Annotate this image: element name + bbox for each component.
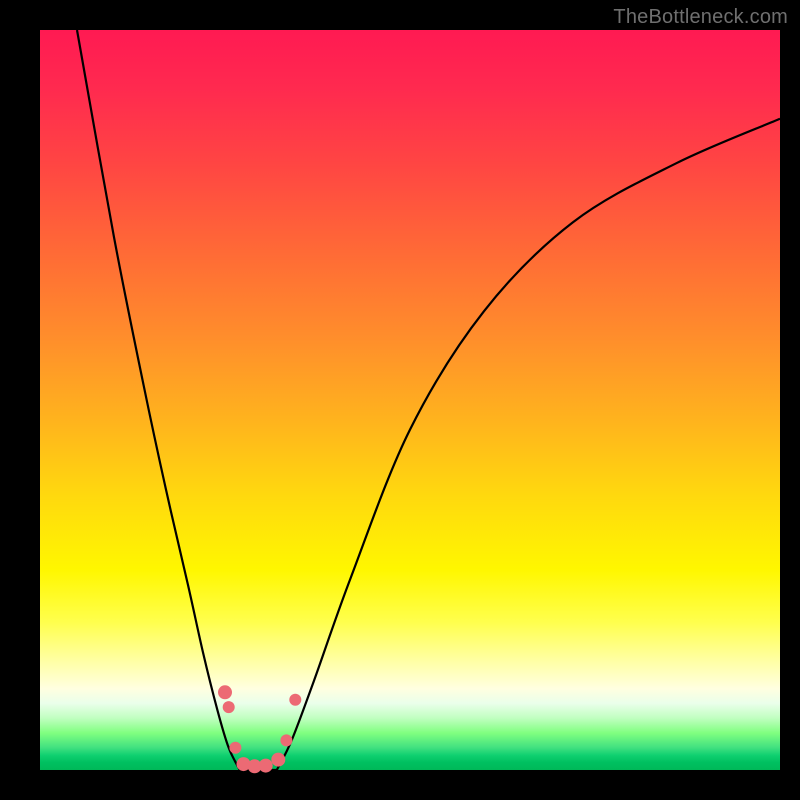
watermark-text: TheBottleneck.com [613,6,788,29]
chart-frame: TheBottleneck.com [0,0,800,800]
data-dot [259,759,273,773]
curves-svg [40,30,780,770]
curve-left [77,30,240,770]
data-dot [280,734,292,746]
curve-right [277,119,780,770]
dot-cluster [218,685,301,773]
data-dot [229,742,241,754]
data-dot [289,694,301,706]
data-dot [271,753,285,767]
plot-area [40,30,780,770]
data-dot [223,701,235,713]
data-dot [218,685,232,699]
